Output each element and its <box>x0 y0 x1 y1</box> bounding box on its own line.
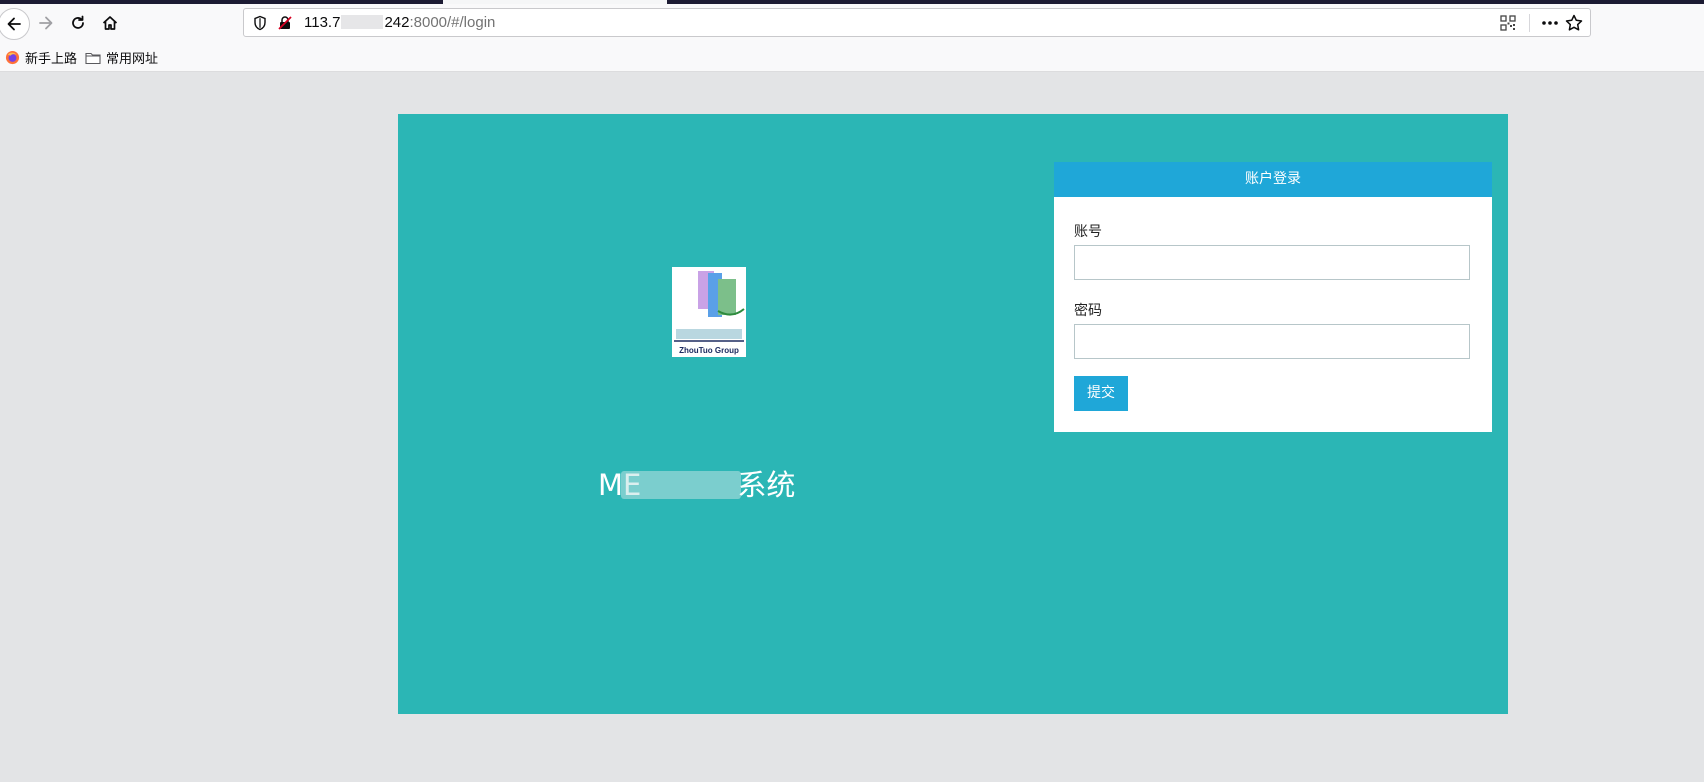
forward-button[interactable] <box>31 8 61 38</box>
password-label: 密码 <box>1074 303 1102 319</box>
back-arrow-icon <box>7 17 21 31</box>
system-title-end: 系统 <box>737 468 796 502</box>
folder-icon <box>85 52 101 64</box>
logo-text: ZhouTuo Group <box>679 346 739 355</box>
bookmark-label: 新手上路 <box>25 52 78 67</box>
bookmark-label: 常用网址 <box>106 52 159 67</box>
bookmarks-toolbar: 新手上路 常用网址 <box>0 43 1704 72</box>
username-label: 账号 <box>1074 224 1102 240</box>
password-input[interactable] <box>1074 324 1470 359</box>
login-header: 账户登录 <box>1054 162 1492 197</box>
address-bar-separator <box>1529 14 1530 32</box>
star-icon[interactable] <box>1564 13 1584 33</box>
browser-toolbar: 113.7 242:8000/#/login <box>0 4 1704 43</box>
url-text[interactable]: 113.7 242:8000/#/login <box>304 14 495 31</box>
login-page-panel: ZhouTuo Group ME 系统 账户登录 账号 密码 提交 <box>398 114 1508 714</box>
shield-icon[interactable] <box>252 15 268 31</box>
qr-code-icon[interactable] <box>1500 15 1516 31</box>
submit-button[interactable]: 提交 <box>1074 376 1128 411</box>
firefox-icon <box>5 50 20 65</box>
title-redaction <box>621 471 742 499</box>
home-icon <box>102 16 118 30</box>
login-card: 账户登录 账号 密码 提交 <box>1054 162 1492 432</box>
url-prefix: 113.7 <box>304 14 341 31</box>
insecure-lock-icon[interactable] <box>277 15 293 31</box>
forward-arrow-icon <box>39 16 53 30</box>
system-title: ME 系统 <box>598 462 795 504</box>
company-logo: ZhouTuo Group <box>672 267 746 357</box>
address-bar[interactable]: 113.7 242:8000/#/login <box>243 8 1591 37</box>
url-suffix: :8000/#/login <box>409 14 496 31</box>
back-button[interactable] <box>0 8 30 40</box>
logo-graphic <box>674 271 745 342</box>
url-middle: 242 <box>384 14 410 31</box>
reload-icon <box>72 15 84 29</box>
bookmark-folder-common[interactable]: 常用网址 <box>85 48 158 67</box>
reload-button[interactable] <box>63 8 93 38</box>
url-redaction <box>341 15 384 29</box>
bookmark-getting-started[interactable]: 新手上路 <box>5 48 77 67</box>
home-button[interactable] <box>95 8 125 38</box>
username-input[interactable] <box>1074 245 1470 280</box>
more-dots-icon[interactable] <box>1540 13 1560 33</box>
